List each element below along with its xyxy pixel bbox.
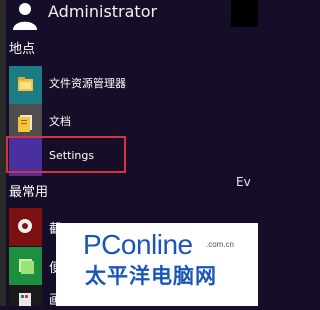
settings-highlight-box (6, 136, 126, 173)
app-item-file-explorer[interactable]: 文件资源管理器 (6, 66, 258, 104)
folder-icon (18, 77, 33, 91)
partial-side-label: Ev (236, 175, 251, 189)
sticky-notes-icon (19, 259, 34, 274)
places-section-title: 地点 (9, 42, 36, 57)
app-label-documents: 文档 (49, 115, 71, 128)
watermark-brand: PConline (83, 229, 193, 260)
user-picture-tile[interactable] (231, 0, 258, 27)
paint-tile (9, 285, 42, 306)
paint-icon (19, 293, 31, 306)
sticky-notes-tile (9, 247, 42, 285)
user-avatar-icon (13, 3, 37, 30)
frequent-section-title: 最常用 (9, 185, 49, 200)
watermark-chinese: 太平洋电脑网 (85, 264, 217, 288)
user-name: Administrator (48, 2, 158, 21)
pconline-watermark: PConline .com.cn 太平洋电脑网 (56, 223, 258, 306)
user-header[interactable]: Administrator (0, 0, 258, 30)
frequent-1-tile (9, 208, 42, 246)
app-icon (18, 219, 32, 233)
file-explorer-tile (9, 66, 42, 104)
watermark-domain: .com.cn (206, 240, 235, 249)
app-label-file-explorer: 文件资源管理器 (49, 77, 126, 90)
